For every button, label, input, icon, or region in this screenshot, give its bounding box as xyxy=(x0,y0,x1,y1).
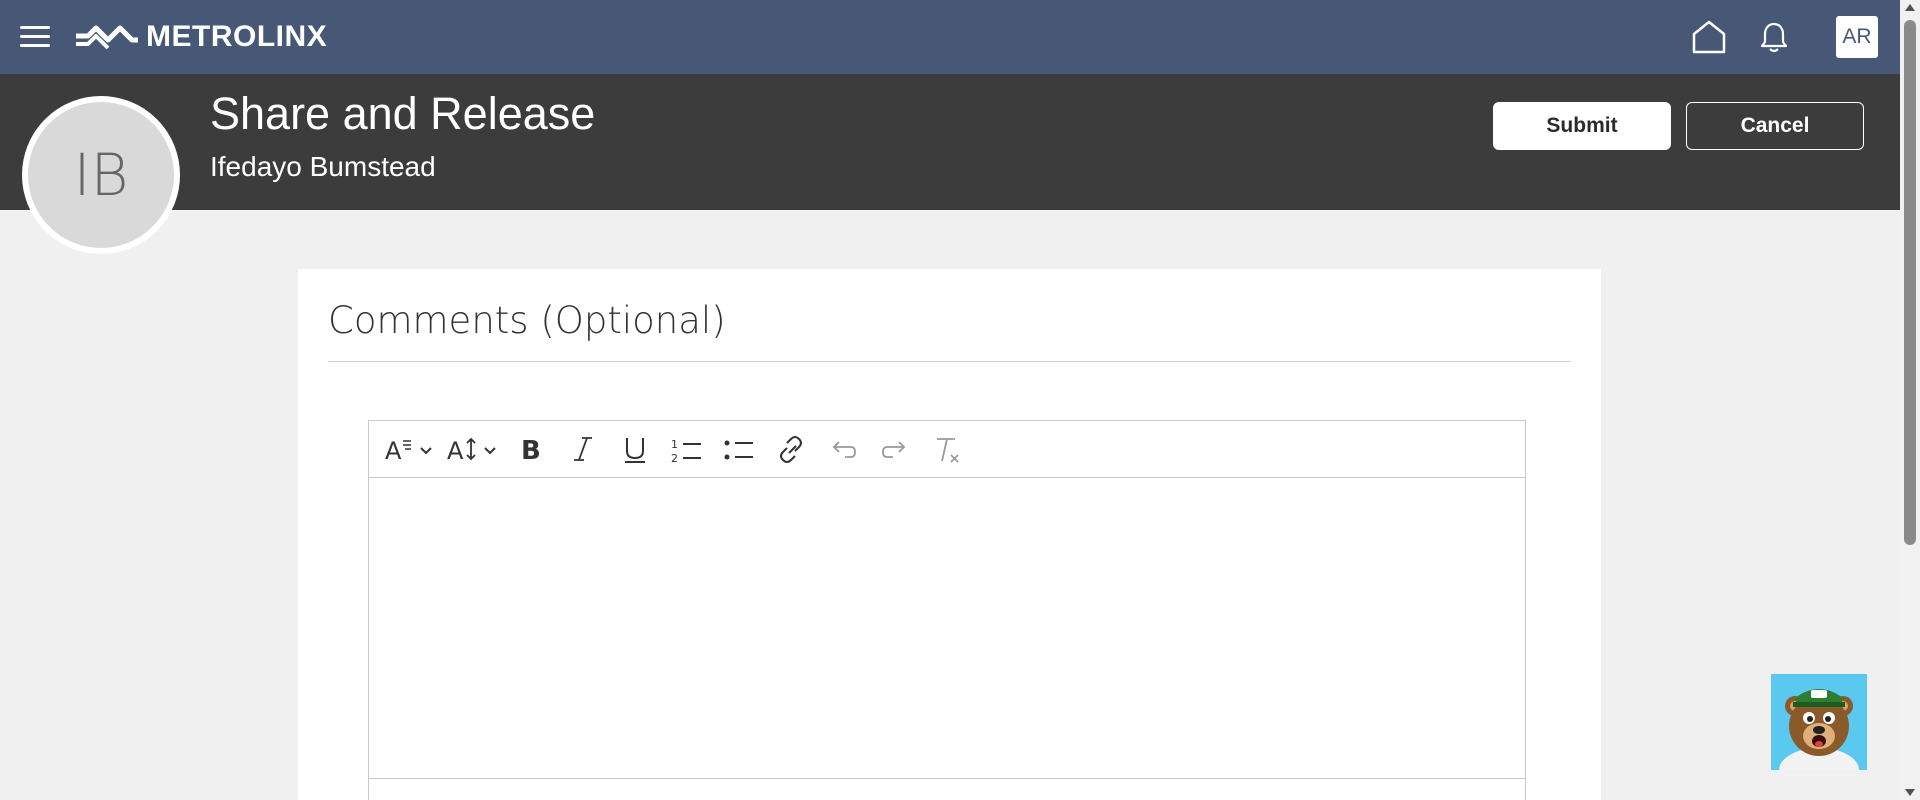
home-icon[interactable] xyxy=(1690,18,1728,56)
section-title: Comments (Optional) xyxy=(328,299,726,342)
comments-textarea[interactable] xyxy=(369,478,1525,778)
page-scrollbar[interactable] xyxy=(1900,0,1920,800)
svg-text:2: 2 xyxy=(671,452,678,465)
scroll-thumb[interactable] xyxy=(1904,20,1916,545)
bell-icon[interactable] xyxy=(1755,18,1793,56)
italic-icon[interactable] xyxy=(561,429,605,469)
redo-icon[interactable] xyxy=(873,429,917,469)
svg-text:A: A xyxy=(447,437,464,465)
divider xyxy=(328,361,1571,362)
numbered-list-icon[interactable]: 1 2 xyxy=(665,429,709,469)
rich-text-editor: A A B 1 2 xyxy=(368,420,1526,800)
svg-text:A: A xyxy=(385,437,402,465)
link-icon[interactable] xyxy=(769,429,813,469)
svg-text:1: 1 xyxy=(671,438,678,451)
page-subtitle: Ifedayo Bumstead xyxy=(210,151,436,182)
font-style-icon[interactable]: A xyxy=(381,429,437,469)
scroll-down-icon[interactable] xyxy=(1905,789,1915,796)
metrolinx-logo-icon xyxy=(76,25,138,50)
bear-mascot-icon[interactable] xyxy=(1771,674,1867,770)
undo-icon[interactable] xyxy=(821,429,865,469)
comments-card: Comments (Optional) A A B 1 2 xyxy=(298,269,1601,800)
top-nav-bar: METROLINX AR xyxy=(0,0,1900,74)
font-size-icon[interactable]: A xyxy=(445,429,501,469)
bold-icon[interactable]: B xyxy=(509,429,553,469)
page-title: Share and Release xyxy=(210,88,596,139)
bulleted-list-icon[interactable] xyxy=(717,429,761,469)
submit-button[interactable]: Submit xyxy=(1493,102,1671,150)
brand-logo[interactable]: METROLINX xyxy=(74,19,327,55)
hamburger-menu-icon[interactable] xyxy=(20,26,50,48)
profile-avatar: IB xyxy=(22,96,180,254)
editor-footer-divider xyxy=(369,778,1525,779)
clear-formatting-icon[interactable] xyxy=(925,429,969,469)
cancel-button[interactable]: Cancel xyxy=(1686,102,1864,150)
brand-name: METROLINX xyxy=(146,20,328,53)
user-avatar[interactable]: AR xyxy=(1836,16,1878,58)
svg-text:B: B xyxy=(521,436,541,466)
underline-icon[interactable] xyxy=(613,429,657,469)
editor-toolbar: A A B 1 2 xyxy=(369,421,1525,478)
scroll-up-icon[interactable] xyxy=(1905,4,1915,11)
